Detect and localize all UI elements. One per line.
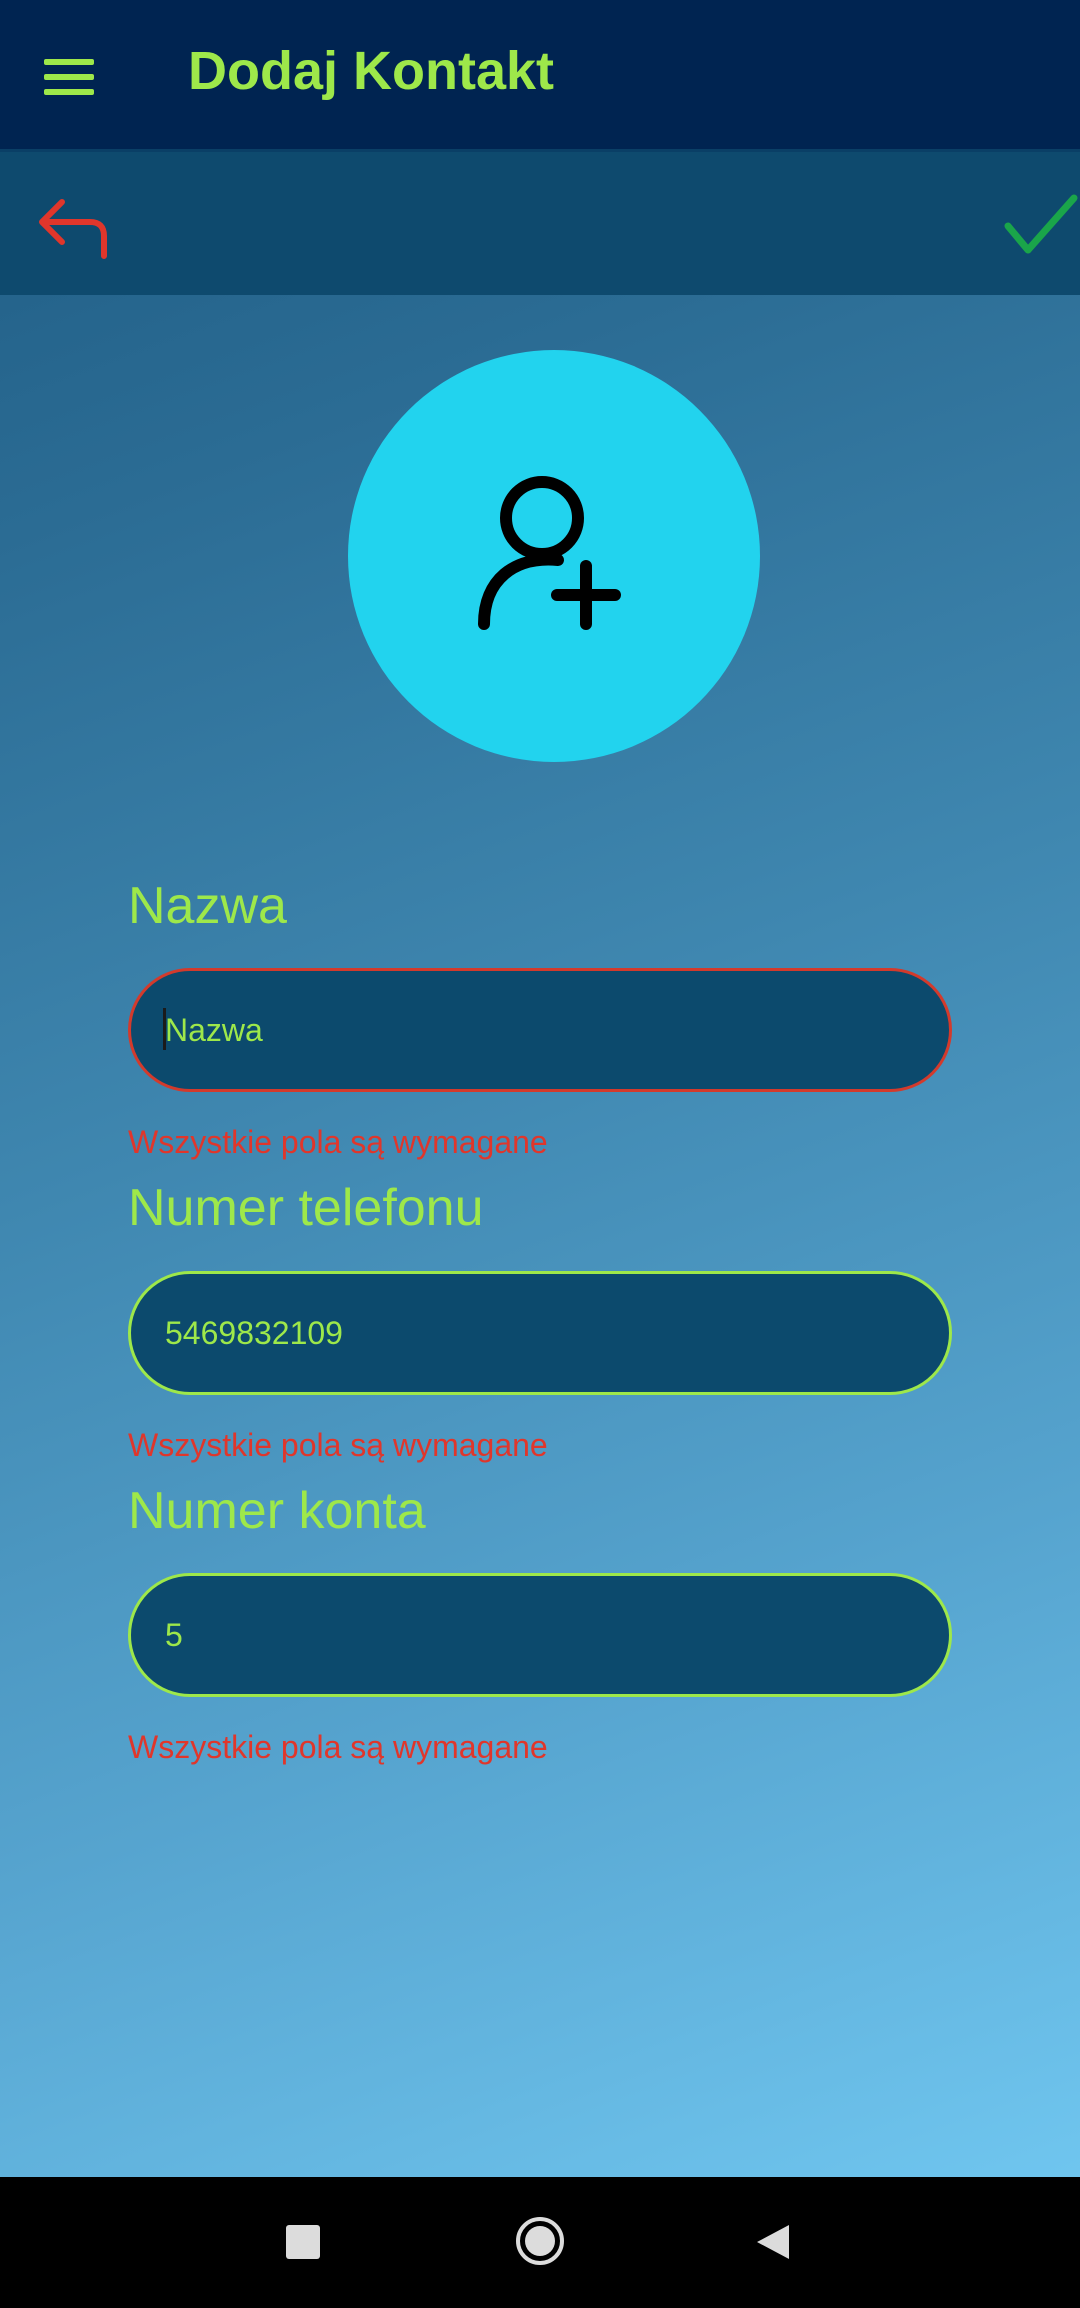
back-triangle-icon[interactable] bbox=[755, 2223, 791, 2261]
name-input[interactable] bbox=[128, 968, 952, 1092]
home-circle-icon[interactable] bbox=[515, 2216, 565, 2266]
avatar-button[interactable] bbox=[348, 350, 760, 762]
phone-input[interactable] bbox=[128, 1271, 952, 1395]
app-bar: Dodaj Kontakt bbox=[0, 0, 1080, 152]
phone-label: Numer telefonu bbox=[128, 1179, 484, 1237]
hamburger-menu-icon[interactable] bbox=[44, 56, 98, 98]
text-cursor bbox=[163, 1008, 166, 1050]
action-bar bbox=[0, 152, 1080, 295]
account-number-error-text: Wszystkie pola są wymagane bbox=[128, 1729, 548, 1765]
undo-arrow-icon[interactable] bbox=[34, 190, 110, 260]
phone-error-text: Wszystkie pola są wymagane bbox=[128, 1427, 548, 1463]
system-nav-bar bbox=[0, 2177, 1080, 2308]
name-label: Nazwa bbox=[128, 877, 287, 935]
name-error-text: Wszystkie pola są wymagane bbox=[128, 1124, 548, 1160]
recents-square-icon[interactable] bbox=[286, 2225, 320, 2259]
account-number-input[interactable] bbox=[128, 1573, 952, 1697]
person-add-icon bbox=[478, 476, 621, 630]
checkmark-icon[interactable] bbox=[1002, 190, 1080, 260]
app-title: Dodaj Kontakt bbox=[188, 41, 555, 101]
account-number-label: Numer konta bbox=[128, 1482, 426, 1540]
